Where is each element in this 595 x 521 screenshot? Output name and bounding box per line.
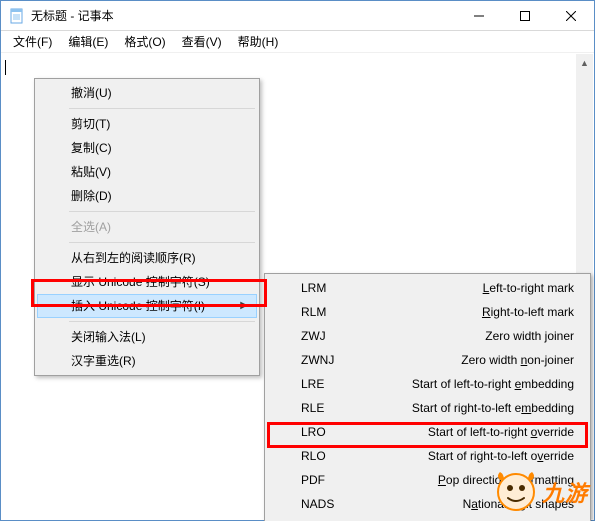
menu-bar: 文件(F) 编辑(E) 格式(O) 查看(V) 帮助(H)	[1, 31, 594, 53]
notepad-window: 无标题 - 记事本 文件(F) 编辑(E) 格式(O) 查看(V) 帮助(H) …	[0, 0, 595, 521]
ctx-hanzi-reselect[interactable]: 汉字重选(R)	[37, 349, 257, 373]
unicode-desc: Zero width non-joiner	[363, 348, 574, 372]
menu-edit[interactable]: 编辑(E)	[60, 31, 116, 52]
notepad-icon	[9, 8, 25, 24]
unicode-code: LRO	[301, 420, 363, 444]
unicode-item-zwj[interactable]: ZWJZero width joiner	[267, 324, 588, 348]
ctx-undo[interactable]: 撤消(U)	[37, 81, 257, 105]
maximize-button[interactable]	[502, 1, 548, 30]
menu-help[interactable]: 帮助(H)	[230, 31, 287, 52]
unicode-code: RLM	[301, 300, 363, 324]
unicode-code: LRE	[301, 372, 363, 396]
ctx-cut[interactable]: 剪切(T)	[37, 112, 257, 136]
unicode-code: ZWJ	[301, 324, 363, 348]
scroll-up-icon[interactable]: ▲	[576, 54, 593, 71]
title-bar: 无标题 - 记事本	[1, 1, 594, 31]
unicode-code: NODS	[301, 516, 363, 521]
unicode-code: ZWNJ	[301, 348, 363, 372]
watermark-logo: 九游	[494, 470, 588, 514]
watermark-text: 九游	[542, 476, 588, 508]
unicode-code: NADS	[301, 492, 363, 516]
ctx-separator	[69, 242, 255, 243]
watermark-icon	[494, 470, 538, 514]
unicode-item-lre[interactable]: LREStart of left-to-right embedding	[267, 372, 588, 396]
minimize-button[interactable]	[456, 1, 502, 30]
ctx-delete[interactable]: 删除(D)	[37, 184, 257, 208]
close-button[interactable]	[548, 1, 594, 30]
menu-format[interactable]: 格式(O)	[116, 31, 173, 52]
ctx-separator	[69, 108, 255, 109]
unicode-item-rle[interactable]: RLEStart of right-to-left embedding	[267, 396, 588, 420]
unicode-desc: Nominal digit shapes	[363, 516, 574, 521]
unicode-desc: Start of left-to-right override	[363, 420, 574, 444]
unicode-desc: Left-to-right mark	[363, 276, 574, 300]
ctx-copy[interactable]: 复制(C)	[37, 136, 257, 160]
menu-view[interactable]: 查看(V)	[174, 31, 230, 52]
unicode-code: LRM	[301, 276, 363, 300]
ctx-separator	[69, 321, 255, 322]
unicode-desc: Start of right-to-left embedding	[363, 396, 574, 420]
window-controls	[456, 1, 594, 30]
menu-file[interactable]: 文件(F)	[5, 31, 60, 52]
window-title: 无标题 - 记事本	[31, 7, 456, 24]
submenu-arrow-icon: ▶	[240, 295, 248, 317]
ctx-show-unicode[interactable]: 显示 Unicode 控制字符(S)	[37, 270, 257, 294]
text-caret	[5, 60, 6, 75]
unicode-code: RLO	[301, 444, 363, 468]
unicode-desc: Zero width joiner	[363, 324, 574, 348]
unicode-item-rlo[interactable]: RLOStart of right-to-left override	[267, 444, 588, 468]
ctx-close-ime[interactable]: 关闭输入法(L)	[37, 325, 257, 349]
ctx-rtl-reading[interactable]: 从右到左的阅读顺序(R)	[37, 246, 257, 270]
unicode-code: RLE	[301, 396, 363, 420]
context-menu: 撤消(U) 剪切(T) 复制(C) 粘贴(V) 删除(D) 全选(A) 从右到左…	[34, 78, 260, 376]
ctx-insert-unicode[interactable]: 插入 Unicode 控制字符(I) ▶	[37, 294, 257, 318]
ctx-separator	[69, 211, 255, 212]
unicode-item-nods[interactable]: NODSNominal digit shapes	[267, 516, 588, 521]
ctx-paste[interactable]: 粘贴(V)	[37, 160, 257, 184]
ctx-insert-unicode-label: 插入 Unicode 控制字符(I)	[71, 299, 205, 313]
unicode-item-rlm[interactable]: RLMRight-to-left mark	[267, 300, 588, 324]
unicode-item-lro[interactable]: LROStart of left-to-right override	[267, 420, 588, 444]
ctx-select-all: 全选(A)	[37, 215, 257, 239]
unicode-code: PDF	[301, 468, 363, 492]
unicode-desc: Right-to-left mark	[363, 300, 574, 324]
unicode-desc: Start of right-to-left override	[363, 444, 574, 468]
unicode-item-zwnj[interactable]: ZWNJZero width non-joiner	[267, 348, 588, 372]
unicode-desc: Start of left-to-right embedding	[363, 372, 574, 396]
unicode-item-lrm[interactable]: LRMLeft-to-right mark	[267, 276, 588, 300]
